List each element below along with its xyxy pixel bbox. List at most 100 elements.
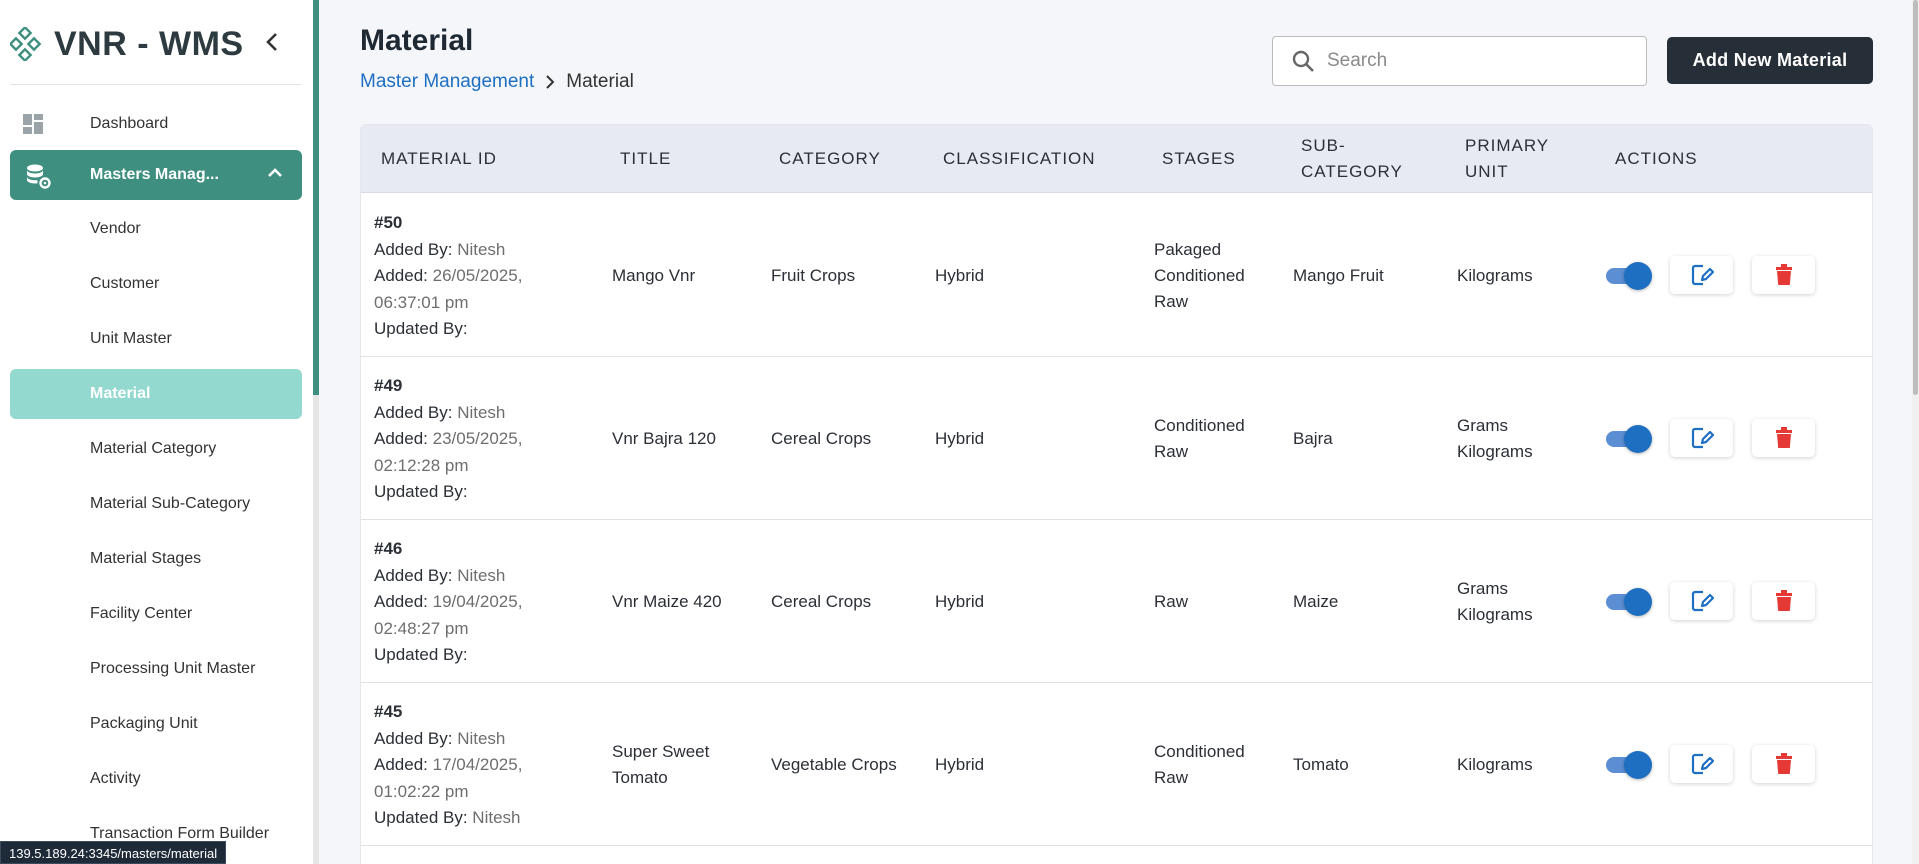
material-id[interactable]: #50 xyxy=(374,210,522,237)
column-header-stages[interactable]: STAGES xyxy=(1162,125,1236,193)
column-header-primary-unit[interactable]: PRIMARY UNIT xyxy=(1465,125,1549,193)
material-category: Vegetable Crops xyxy=(771,754,897,774)
sidebar-item-material-stages[interactable]: Material Stages xyxy=(10,534,302,584)
brand[interactable]: VNR - WMS xyxy=(10,22,244,66)
added-line: Added: 26/05/2025, 06:37:01 pm xyxy=(374,263,522,316)
trash-icon xyxy=(1775,753,1792,774)
material-title: Vnr Maize 420 xyxy=(612,591,722,611)
page-scrollbar[interactable] xyxy=(1912,0,1919,864)
updated-by-line: Updated By: xyxy=(374,642,522,669)
status-toggle[interactable] xyxy=(1606,588,1652,616)
material-classification: Hybrid xyxy=(935,428,985,448)
sidebar-item-vendor[interactable]: Vendor xyxy=(10,204,302,254)
material-stages: Raw xyxy=(1154,591,1189,611)
edit-button[interactable] xyxy=(1670,582,1733,620)
updated-by-label: Updated By: xyxy=(374,808,468,827)
updated-by-label: Updated By: xyxy=(374,645,468,664)
sidebar-collapse-button[interactable] xyxy=(258,28,286,56)
trash-icon xyxy=(1775,264,1792,285)
chevron-left-icon xyxy=(266,33,277,51)
trash-icon xyxy=(1775,590,1792,611)
sidebar-item-label: Material Sub-Category xyxy=(90,495,251,512)
brand-title: VNR - WMS xyxy=(54,24,244,63)
column-header-classification[interactable]: CLASSIFICATION xyxy=(943,125,1096,193)
sidebar-item-material[interactable]: Material xyxy=(10,369,302,419)
sidebar-item-label: Material Category xyxy=(90,440,217,457)
sidebar-item-material-category[interactable]: Material Category xyxy=(10,424,302,474)
column-header-title[interactable]: TITLE xyxy=(620,125,671,193)
delete-button[interactable] xyxy=(1752,582,1815,620)
material-id[interactable]: #46 xyxy=(374,536,522,563)
added-line: Added: 23/05/2025, 02:12:28 pm xyxy=(374,426,522,479)
page-scrollbar-thumb[interactable] xyxy=(1913,0,1918,395)
material-sub-category: Maize xyxy=(1293,591,1339,611)
updated-by-line: Updated By: xyxy=(374,316,522,343)
added-label: Added: xyxy=(374,429,428,448)
breadcrumb: Master Management Material xyxy=(360,71,634,93)
sidebar-item-masters-management[interactable]: Masters Manag... xyxy=(10,150,302,200)
material-title: Super Sweet Tomato xyxy=(612,741,710,787)
status-toggle[interactable] xyxy=(1606,751,1652,779)
sidebar-item-label: Vendor xyxy=(90,220,141,237)
material-category: Fruit Crops xyxy=(771,265,856,285)
added-by-line: Added By: Nitesh xyxy=(374,400,522,427)
delete-button[interactable] xyxy=(1752,419,1815,457)
edit-button[interactable] xyxy=(1670,419,1733,457)
material-sub-category: Tomato xyxy=(1293,754,1349,774)
sidebar-item-facility-center[interactable]: Facility Center xyxy=(10,589,302,639)
breadcrumb-current: Material xyxy=(566,71,634,92)
sidebar-item-processing-unit-master[interactable]: Processing Unit Master xyxy=(10,644,302,694)
sidebar-item-packaging-unit[interactable]: Packaging Unit xyxy=(10,699,302,749)
column-header-sub-category[interactable]: SUB- CATEGORY xyxy=(1301,125,1403,193)
column-header-category[interactable]: CATEGORY xyxy=(779,125,881,193)
material-id[interactable]: #49 xyxy=(374,373,522,400)
sidebar-item-label: Dashboard xyxy=(90,115,169,132)
edit-button[interactable] xyxy=(1670,745,1733,783)
added-line: Added: 17/04/2025, 01:02:22 pm xyxy=(374,752,522,805)
add-new-material-button[interactable]: Add New Material xyxy=(1667,37,1873,84)
material-sub-category: Mango Fruit xyxy=(1293,265,1384,285)
sidebar-item-label: Unit Master xyxy=(90,330,172,347)
status-toggle[interactable] xyxy=(1606,425,1652,453)
toggle-knob xyxy=(1624,262,1652,290)
edit-button[interactable] xyxy=(1670,256,1733,294)
material-meta: #50 Added By: Nitesh Added: 26/05/2025, … xyxy=(374,210,522,343)
added-by-value: Nitesh xyxy=(457,239,506,259)
updated-by-value: Nitesh xyxy=(472,808,521,827)
status-toggle[interactable] xyxy=(1606,262,1652,290)
material-category: Cereal Crops xyxy=(771,591,872,611)
material-classification: Hybrid xyxy=(935,265,985,285)
table-row: #45 Added By: Nitesh Added: 17/04/2025, … xyxy=(361,683,1872,846)
material-stages: Conditioned Raw xyxy=(1154,741,1245,787)
material-meta: #45 Added By: Nitesh Added: 17/04/2025, … xyxy=(374,699,522,832)
delete-button[interactable] xyxy=(1752,745,1815,783)
search-input[interactable] xyxy=(1327,50,1607,72)
material-stages: Pakaged Conditioned Raw xyxy=(1154,239,1245,311)
breadcrumb-link-master-management[interactable]: Master Management xyxy=(360,71,534,93)
diamond-grid-logo-icon xyxy=(10,27,42,61)
edit-icon xyxy=(1691,590,1714,612)
added-label: Added: xyxy=(374,755,428,774)
sidebar-item-label: Masters Manag... xyxy=(90,166,219,183)
sidebar-item-label: Customer xyxy=(90,275,160,292)
material-primary-unit: Kilograms xyxy=(1457,265,1533,285)
sidebar-item-material-sub-category[interactable]: Material Sub-Category xyxy=(10,479,302,529)
delete-button[interactable] xyxy=(1752,256,1815,294)
material-meta: #49 Added By: Nitesh Added: 23/05/2025, … xyxy=(374,373,522,506)
database-gear-icon xyxy=(27,164,51,189)
sidebar-item-label: Activity xyxy=(90,770,141,787)
sidebar-item-unit-master[interactable]: Unit Master xyxy=(10,314,302,364)
material-stages: Conditioned Raw xyxy=(1154,415,1245,461)
sidebar-item-customer[interactable]: Customer xyxy=(10,259,302,309)
materials-table: MATERIAL ID TITLE CATEGORY CLASSIFICATIO… xyxy=(360,124,1873,864)
material-primary-unit: Kilograms xyxy=(1457,754,1533,774)
chevron-right-icon xyxy=(546,75,555,89)
material-id[interactable]: #45 xyxy=(374,699,522,726)
sidebar-item-activity[interactable]: Activity xyxy=(10,754,302,804)
column-header-material-id[interactable]: MATERIAL ID xyxy=(381,125,497,193)
sidebar-item-dashboard[interactable]: Dashboard xyxy=(10,99,302,149)
search-box[interactable] xyxy=(1272,36,1647,86)
material-meta: #46 Added By: Nitesh Added: 19/04/2025, … xyxy=(374,536,522,669)
column-header-actions: ACTIONS xyxy=(1615,149,1698,168)
added-by-label: Added By: xyxy=(374,565,453,585)
